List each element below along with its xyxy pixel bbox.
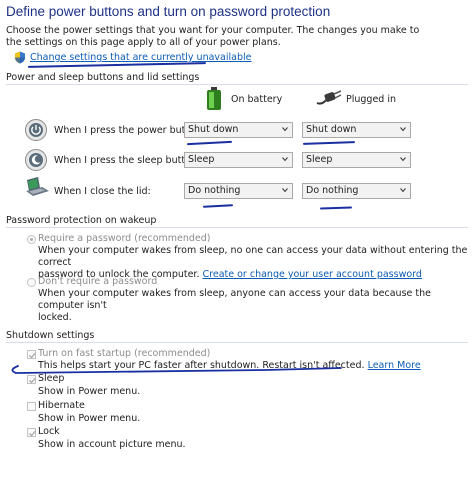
dropdown-value: Do nothing xyxy=(188,185,241,196)
laptop-lid-icon xyxy=(24,176,50,198)
require-password-radio[interactable] xyxy=(27,235,36,244)
learn-more-link[interactable]: Learn More xyxy=(368,360,421,371)
sleep-option-label: Sleep xyxy=(38,373,65,384)
require-password-label: Require a password (recommended) xyxy=(38,233,211,244)
power-button-icon xyxy=(25,119,47,141)
lid-battery-dropdown[interactable]: Do nothing xyxy=(184,183,293,199)
hibernate-option-desc: Show in Power menu. xyxy=(38,413,141,424)
dont-require-password-radio[interactable] xyxy=(27,278,36,287)
lid-plugged-dropdown[interactable]: Do nothing xyxy=(302,183,411,199)
chevron-down-icon xyxy=(282,188,288,193)
password-section-divider xyxy=(6,227,468,228)
uac-shield-icon xyxy=(14,51,26,64)
sleep-button-label: When I press the sleep button: xyxy=(54,155,201,166)
dropdown-value: Sleep xyxy=(188,154,215,165)
dont-desc-line-1: When your computer wakes from sleep, any… xyxy=(38,288,431,311)
pen-underline-lid-plugged xyxy=(319,206,353,210)
lid-label: When I close the lid: xyxy=(54,186,151,197)
password-section-heading: Password protection on wakeup xyxy=(6,215,157,226)
fast-startup-checkbox[interactable] xyxy=(27,350,36,359)
plugged-in-label: Plugged in xyxy=(346,94,397,105)
dont-require-password-desc: When your computer wakes from sleep, any… xyxy=(38,288,468,324)
create-password-link[interactable]: Create or change your user account passw… xyxy=(203,269,422,280)
dropdown-value: Shut down xyxy=(188,124,239,135)
lock-option-label: Lock xyxy=(38,426,60,437)
intro-text: Choose the power settings that you want … xyxy=(6,25,420,48)
plug-icon xyxy=(316,90,342,106)
lock-option-desc: Show in account picture menu. xyxy=(38,439,186,450)
sleep-option-desc: Show in Power menu. xyxy=(38,386,141,397)
dont-desc-line-2: locked. xyxy=(38,312,72,323)
page-title: Define power buttons and turn on passwor… xyxy=(6,4,331,19)
chevron-down-icon xyxy=(400,157,406,162)
lock-checkbox[interactable] xyxy=(27,428,36,437)
power-button-label: When I press the power button: xyxy=(54,125,205,136)
dont-require-password-label: Don't require a password xyxy=(38,276,158,287)
checkmark-icon xyxy=(29,377,36,384)
sleep-button-plugged-dropdown[interactable]: Sleep xyxy=(302,152,411,168)
dropdown-value: Sleep xyxy=(306,154,333,165)
dropdown-value: Shut down xyxy=(306,124,357,135)
power-button-plugged-dropdown[interactable]: Shut down xyxy=(302,122,411,138)
sleep-button-icon xyxy=(25,149,47,171)
checkmark-icon xyxy=(29,430,36,437)
chevron-down-icon xyxy=(400,188,406,193)
dropdown-value: Do nothing xyxy=(306,185,359,196)
chevron-down-icon xyxy=(282,157,288,162)
pen-underline-lid-battery xyxy=(202,204,234,208)
hibernate-checkbox[interactable] xyxy=(27,402,36,411)
chevron-down-icon xyxy=(282,127,288,132)
shutdown-section-heading: Shutdown settings xyxy=(6,330,95,341)
power-button-battery-dropdown[interactable]: Shut down xyxy=(184,122,293,138)
hibernate-option-label: Hibernate xyxy=(38,400,85,411)
sleep-button-battery-dropdown[interactable]: Sleep xyxy=(184,152,293,168)
power-section-heading: Power and sleep buttons and lid settings xyxy=(6,72,200,83)
require-desc-line-1: When your computer wakes from sleep, no … xyxy=(38,245,468,268)
checkmark-icon xyxy=(29,352,36,359)
on-battery-label: On battery xyxy=(231,94,283,105)
battery-icon xyxy=(206,87,222,111)
shutdown-section-divider xyxy=(6,342,468,343)
power-section-divider xyxy=(6,84,468,85)
pen-underline-power-battery xyxy=(186,140,233,146)
sleep-checkbox[interactable] xyxy=(27,375,36,384)
pen-underline-power-plugged xyxy=(302,141,356,145)
change-settings-link[interactable]: Change settings that are currently unava… xyxy=(30,52,251,63)
chevron-down-icon xyxy=(400,127,406,132)
fast-startup-label: Turn on fast startup (recommended) xyxy=(38,348,211,359)
